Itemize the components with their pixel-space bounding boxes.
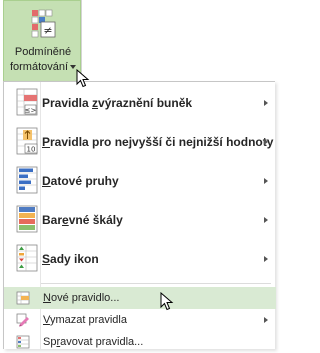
mouse-pointer-icon — [76, 69, 90, 88]
menu-item-label: Pravidla zvýraznění buněk — [42, 96, 193, 110]
data-bars-icon — [16, 166, 38, 194]
menu-item-label: Sady ikon — [42, 252, 99, 266]
color-scales-icon — [16, 205, 38, 233]
submenu-arrow-icon — [264, 139, 268, 145]
top-bottom-icon: 10 — [16, 127, 38, 155]
menu-item-label: Pravidla pro nejvyšší či nejnižší hodnot… — [42, 135, 274, 149]
manage-rules-icon — [16, 335, 30, 349]
svg-text:≠: ≠ — [43, 24, 52, 37]
submenu-arrow-icon — [264, 100, 268, 106]
menu-item-highlight-cells-rules[interactable]: ≤> Pravidla zvýraznění buněk — [4, 85, 276, 121]
menu-item-clear-rules[interactable]: Vymazat pravidla — [4, 309, 276, 331]
highlight-cells-icon: ≤> — [16, 88, 38, 116]
menu-item-label: Vymazat pravidla — [43, 314, 127, 326]
submenu-arrow-icon — [264, 178, 268, 184]
ribbon-label-line2: formátování — [4, 60, 82, 74]
conditional-formatting-icon: ≠ — [31, 9, 56, 38]
menu-item-label: Barevné škály — [42, 213, 123, 227]
submenu-arrow-icon — [264, 317, 268, 323]
new-rule-icon — [16, 291, 30, 305]
menu-item-color-scales[interactable]: Barevné škály — [4, 202, 276, 238]
menu-item-new-rule[interactable]: Nové pravidlo... — [4, 287, 276, 309]
conditional-formatting-menu: ≤> Pravidla zvýraznění buněk 10 Pravidla… — [3, 81, 276, 349]
submenu-arrow-icon — [264, 217, 268, 223]
menu-item-manage-rules[interactable]: Spravovat pravidla... — [4, 331, 276, 353]
menu-item-data-bars[interactable]: Datové pruhy — [4, 163, 276, 199]
menu-item-icon-sets[interactable]: Sady ikon — [4, 241, 276, 277]
ribbon-label-line1: Podmíněné — [14, 46, 72, 58]
icon-sets-icon — [16, 244, 38, 272]
svg-text:10: 10 — [27, 146, 36, 154]
menu-item-label: Spravovat pravidla... — [43, 336, 144, 348]
submenu-arrow-icon — [264, 256, 268, 262]
menu-item-label: Datové pruhy — [42, 174, 119, 188]
clear-rules-icon — [16, 313, 29, 327]
menu-item-top-bottom-rules[interactable]: 10 Pravidla pro nejvyšší či nejnižší hod… — [4, 124, 276, 160]
svg-text:≤>: ≤> — [25, 107, 37, 115]
mouse-pointer-icon — [160, 292, 174, 311]
menu-separator — [41, 283, 271, 284]
conditional-formatting-button[interactable]: ≠ Podmíněné formátování — [3, 0, 81, 82]
menu-item-label: Nové pravidlo... — [43, 292, 120, 304]
